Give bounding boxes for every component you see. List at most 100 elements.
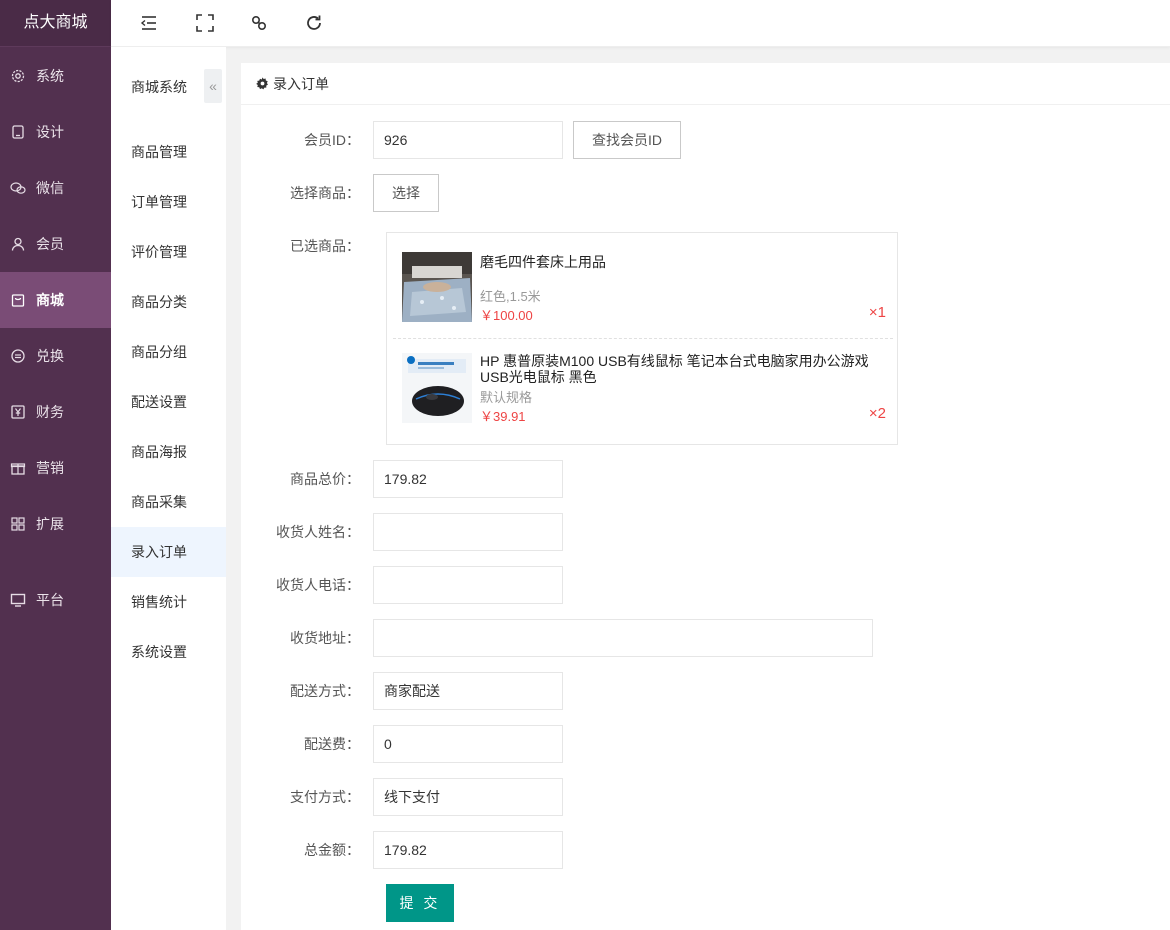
gift-icon [10,463,26,475]
total-amount-input[interactable]: 179.82 [373,831,563,869]
subnav-item-collect[interactable]: 商品采集 [111,477,226,527]
main-sidebar: 点大商城 系统 设计 微信 会员 商城 兑换 财务 营销 扩展 平台 [0,0,111,930]
subnav-item-label: 商品采集 [131,494,187,510]
sidebar-item-platform[interactable]: 平台 [0,572,111,628]
total-amount-label: 总金额： [304,842,360,858]
goods-qty: ×2 [868,405,886,422]
goods-qty: ×1 [868,304,886,321]
yen-icon [11,405,25,419]
top-header [111,0,1170,47]
submit-button[interactable]: 提 交 [386,884,454,922]
order-entry-card: 录入订单 会员ID： 926 查找会员ID 选择商品： 选择 已选商品： 磨毛四… [241,63,1170,930]
subnav-item-label: 订单管理 [131,194,187,210]
delivery-method-input[interactable]: 商家配送 [373,672,563,710]
sidebar-item-finance[interactable]: 财务 [0,384,111,440]
sidebar-item-exchange[interactable]: 兑换 [0,328,111,384]
link-icon[interactable] [248,12,270,34]
gear-icon [11,69,25,83]
wechat-icon [10,182,26,194]
payment-method-row: 支付方式： 线下支付 [241,778,563,816]
subnav-item-label: 销售统计 [131,594,187,610]
member-id-row: 会员ID： 926 查找会员ID [241,121,681,159]
subnav-item-poster[interactable]: 商品海报 [111,427,226,477]
delivery-method-label: 配送方式： [290,683,360,699]
subnav-item-label: 系统设置 [131,644,187,660]
card-title: 录入订单 [273,75,329,92]
monitor-icon [10,593,26,607]
sidebar-item-member[interactable]: 会员 [0,216,111,272]
sidebar-item-label: 扩展 [36,516,64,532]
subnav-item-label: 商品分类 [131,294,187,310]
brand-logo[interactable]: 点大商城 [0,0,111,47]
sidebar-item-label: 平台 [36,592,64,608]
delivery-fee-label: 配送费： [304,736,360,752]
choose-goods-button[interactable]: 选择 [373,174,439,212]
selected-goods-panel: 磨毛四件套床上用品 红色,1.5米 ￥100.00 ×1 HP 惠普原装M100… [386,232,898,445]
goods-price: ￥100.00 [480,308,533,323]
sidebar-item-label: 设计 [36,124,64,140]
goods-spec: 默认规格 [480,390,533,405]
sidebar-item-label: 商城 [36,292,64,308]
goods-divider [393,338,893,339]
subnav-item-category[interactable]: 商品分类 [111,277,226,327]
total-amount-row: 总金额： 179.82 [241,831,563,869]
address-label: 收货地址： [290,630,360,646]
sidebar-item-wechat[interactable]: 微信 [0,160,111,216]
subnav-item-enter-order[interactable]: 录入订单 [111,527,226,577]
receiver-phone-input[interactable] [373,566,563,604]
delivery-method-row: 配送方式： 商家配送 [241,672,563,710]
goods-price: ￥39.91 [480,409,526,424]
sidebar-item-label: 会员 [36,236,64,252]
goods-total-input[interactable]: 179.82 [373,460,563,498]
sub-sidebar: 商城系统 « 商品管理 订单管理 评价管理 商品分类 商品分组 配送设置 商品海… [111,47,226,930]
exchange-icon [11,349,25,363]
subnav-item-label: 评价管理 [131,244,187,260]
subnav-title-text: 商城系统 [131,79,187,95]
subnav-item-delivery[interactable]: 配送设置 [111,377,226,427]
refresh-icon[interactable] [303,12,325,34]
goods-spec: 红色,1.5米 [480,289,541,304]
sidebar-item-mall[interactable]: 商城 [0,272,111,328]
address-input[interactable] [373,619,873,657]
subnav-item-label: 配送设置 [131,394,187,410]
selected-goods-label: 已选商品： [290,238,360,254]
sidebar-item-extend[interactable]: 扩展 [0,496,111,552]
sidebar-item-system[interactable]: 系统 [0,48,111,104]
choose-goods-label: 选择商品： [290,185,360,201]
subnav-item-label: 录入订单 [131,544,187,560]
subnav-item-orders[interactable]: 订单管理 [111,177,226,227]
sidebar-item-design[interactable]: 设计 [0,104,111,160]
subnav-item-sales-stats[interactable]: 销售统计 [111,577,226,627]
double-chevron-left-icon[interactable]: « [204,69,222,103]
receiver-name-row: 收货人姓名： [241,513,563,551]
menu-fold-icon[interactable] [138,12,160,34]
find-member-button[interactable]: 查找会员ID [573,121,681,159]
payment-method-label: 支付方式： [290,789,360,805]
member-id-input[interactable]: 926 [373,121,563,159]
receiver-phone-row: 收货人电话： [241,566,563,604]
payment-method-input[interactable]: 线下支付 [373,778,563,816]
mouse-product-image [402,353,472,423]
subnav-item-group[interactable]: 商品分组 [111,327,226,377]
subnav-item-label: 商品管理 [131,144,187,160]
delivery-fee-input[interactable]: 0 [373,725,563,763]
goods-total-row: 商品总价： 179.82 [241,460,563,498]
gear-icon [256,77,268,90]
goods-name: HP 惠普原装M100 USB有线鼠标 笔记本台式电脑家用办公游戏USB光电鼠标… [480,353,869,385]
goods-name: 磨毛四件套床上用品 [480,254,606,270]
receiver-name-input[interactable] [373,513,563,551]
user-icon [11,237,25,251]
subnav-item-label: 商品海报 [131,444,187,460]
sidebar-item-label: 兑换 [36,348,64,364]
grid-icon [11,517,25,531]
subnav-item-goods[interactable]: 商品管理 [111,127,226,177]
sidebar-item-marketing[interactable]: 营销 [0,440,111,496]
bedding-product-image [402,252,472,322]
member-id-label: 会员ID： [304,132,360,148]
subnav-item-settings[interactable]: 系统设置 [111,627,226,677]
bag-icon [11,294,25,307]
subnav-item-reviews[interactable]: 评价管理 [111,227,226,277]
sidebar-item-label: 财务 [36,404,64,420]
fullscreen-icon[interactable] [194,12,216,34]
receiver-name-label: 收货人姓名： [276,524,360,540]
